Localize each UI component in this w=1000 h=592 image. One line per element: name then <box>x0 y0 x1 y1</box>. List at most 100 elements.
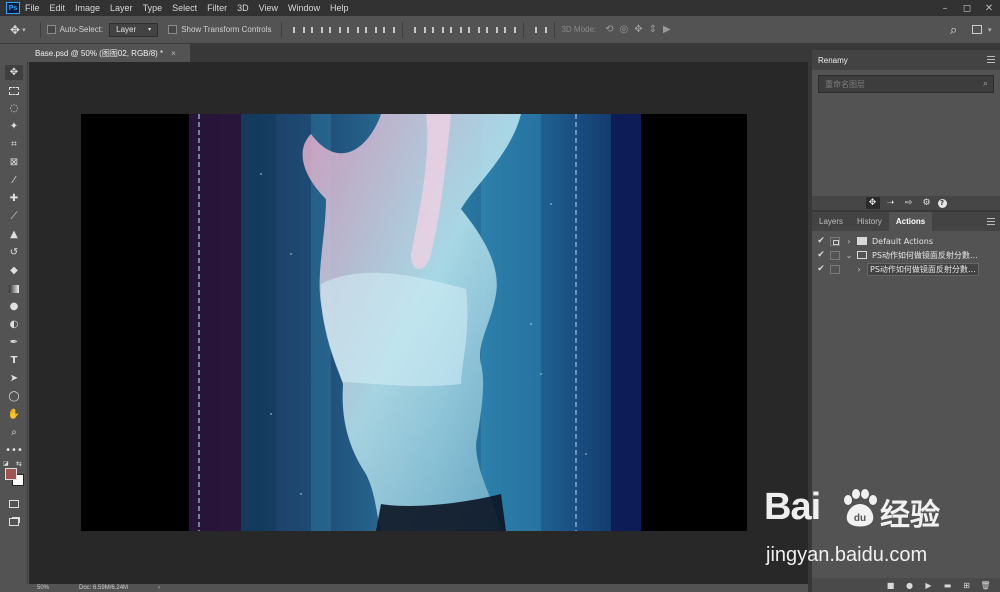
chevron-right-icon[interactable]: › <box>844 237 854 246</box>
panel-menu-icon[interactable] <box>987 218 995 225</box>
panel-menu-icon[interactable] <box>987 56 995 63</box>
frame-tool-icon[interactable]: ⊠ <box>5 155 23 170</box>
foreground-color-swatch[interactable] <box>5 468 17 480</box>
status-menu-arrow-icon[interactable]: › <box>158 585 160 591</box>
healing-brush-tool-icon[interactable]: ✚ <box>5 191 23 206</box>
menu-type[interactable]: Type <box>138 3 168 13</box>
toggle-checkmark-icon[interactable]: ✔ <box>815 236 827 246</box>
3d-slide-icon[interactable]: ⇕ <box>649 24 657 35</box>
zoom-level[interactable]: 50% <box>37 585 49 591</box>
menu-filter[interactable]: Filter <box>202 3 232 13</box>
restore-button[interactable]: ◻ <box>956 0 978 16</box>
align-left-icon[interactable] <box>346 25 360 35</box>
menu-window[interactable]: Window <box>283 3 325 13</box>
align-right-icon[interactable] <box>382 25 396 35</box>
distribute-hcenter-icon[interactable] <box>485 25 499 35</box>
align-hcenter-icon[interactable] <box>364 25 378 35</box>
swap-colors-icon[interactable]: ⇆ <box>16 460 22 468</box>
toggle-checkmark-icon[interactable]: ✔ <box>815 250 827 260</box>
dodge-tool-icon[interactable]: ◐ <box>5 317 23 332</box>
workspace-icon[interactable] <box>972 25 982 34</box>
type-tool-icon[interactable]: T <box>5 353 23 368</box>
screen-mode-icon[interactable] <box>5 514 23 529</box>
lasso-tool-icon[interactable]: ◌ <box>5 101 23 116</box>
export-icon[interactable]: ⇨ <box>902 197 916 209</box>
action-set-row[interactable]: ✔ › Default Actions <box>812 234 1000 248</box>
color-swatches[interactable]: ◪ ⇆ <box>2 460 26 490</box>
marquee-tool-icon[interactable] <box>5 83 23 98</box>
quick-mask-icon[interactable] <box>5 496 23 511</box>
help-icon[interactable]: ? <box>937 198 947 208</box>
record-icon[interactable]: ● <box>903 581 916 590</box>
menu-layer[interactable]: Layer <box>105 3 138 13</box>
chevron-down-icon[interactable]: ⌄ <box>844 251 854 260</box>
distribute-right-icon[interactable] <box>503 25 517 35</box>
align-top-icon[interactable] <box>292 25 306 35</box>
close-window-button[interactable]: ✕ <box>978 0 1000 16</box>
menu-select[interactable]: Select <box>167 3 202 13</box>
chevron-down-icon[interactable]: ▾ <box>988 26 992 34</box>
action-set-row[interactable]: ✔ ⌄ PS动作如何做镜面反射分數… <box>812 248 1000 262</box>
delete-icon[interactable]: 🗑 <box>979 581 992 590</box>
distribute-bottom-icon[interactable] <box>449 25 463 35</box>
eraser-tool-icon[interactable]: ◆ <box>5 263 23 278</box>
distribute-vcenter-icon[interactable] <box>431 25 445 35</box>
document-tab[interactable]: Base.psd @ 50% (图图02, RGB/8) * × <box>29 44 191 62</box>
menu-image[interactable]: Image <box>70 3 105 13</box>
default-colors-icon[interactable]: ◪ <box>3 460 9 467</box>
magic-wand-tool-icon[interactable]: ✦ <box>5 119 23 134</box>
dialog-toggle-icon[interactable] <box>830 250 840 260</box>
align-bottom-icon[interactable] <box>328 25 342 35</box>
menu-view[interactable]: View <box>254 3 283 13</box>
search-icon[interactable]: ⌕ <box>983 79 988 89</box>
play-icon[interactable]: ▶ <box>922 581 935 590</box>
distribute-top-icon[interactable] <box>413 25 427 35</box>
tab-history[interactable]: History <box>850 212 889 231</box>
move-tool-icon[interactable]: ✥ <box>5 65 23 80</box>
3d-orbit-icon[interactable]: ⟲ <box>605 24 613 35</box>
move-icon[interactable]: ✥ <box>865 197 880 209</box>
more-tools-icon[interactable]: ••• <box>5 443 23 458</box>
tab-layers[interactable]: Layers <box>812 212 850 231</box>
menu-edit[interactable]: Edit <box>45 3 71 13</box>
arrow-right-icon[interactable]: ➝ <box>884 197 898 209</box>
dialog-toggle-icon[interactable] <box>830 236 840 246</box>
chevron-down-icon[interactable]: ▾ <box>22 26 26 34</box>
auto-select-dropdown[interactable]: Layer ▾ <box>109 22 159 37</box>
gradient-tool-icon[interactable] <box>5 281 23 296</box>
3d-camera-icon[interactable]: ▶ <box>663 24 671 35</box>
dialog-toggle-icon[interactable] <box>830 264 840 274</box>
renamy-search-input[interactable]: 重命名图层 ⌕ <box>818 75 994 93</box>
ellipse-tool-icon[interactable]: ◯ <box>5 389 23 404</box>
document-canvas[interactable] <box>81 114 747 531</box>
show-transform-checkbox[interactable] <box>168 25 178 34</box>
new-action-icon[interactable]: ⊞ <box>960 581 973 590</box>
move-tool-preset-icon[interactable]: ✥ <box>10 23 20 37</box>
new-set-icon[interactable]: ▬ <box>941 581 954 590</box>
close-document-icon[interactable]: × <box>171 49 176 58</box>
toggle-checkmark-icon[interactable]: ✔ <box>815 264 827 274</box>
hand-tool-icon[interactable]: ✋ <box>5 407 23 422</box>
zoom-tool-icon[interactable]: ⌕ <box>5 425 23 440</box>
tab-actions[interactable]: Actions <box>888 212 933 231</box>
menu-3d[interactable]: 3D <box>232 3 254 13</box>
menu-help[interactable]: Help <box>325 3 354 13</box>
minimize-button[interactable]: – <box>934 0 956 16</box>
3d-pan-icon[interactable]: ✥ <box>634 24 642 35</box>
stop-icon[interactable]: ■ <box>884 581 897 590</box>
canvas-area[interactable] <box>29 62 808 584</box>
history-brush-tool-icon[interactable]: ↺ <box>5 245 23 260</box>
path-selection-tool-icon[interactable]: ➤ <box>5 371 23 386</box>
auto-select-checkbox[interactable] <box>46 25 56 34</box>
clone-stamp-tool-icon[interactable]: ▲ <box>5 227 23 242</box>
settings-icon[interactable]: ⚙ <box>920 197 934 209</box>
search-icon[interactable]: ⌕ <box>950 22 957 38</box>
pen-tool-icon[interactable]: ✒ <box>5 335 23 350</box>
align-vcenter-icon[interactable] <box>310 25 324 35</box>
blur-tool-icon[interactable]: ● <box>5 299 23 314</box>
distribute-left-icon[interactable] <box>467 25 481 35</box>
action-row[interactable]: ✔ › PS动作如何做镜面反射分數… <box>812 262 1000 276</box>
auto-align-icon[interactable] <box>534 25 548 35</box>
brush-tool-icon[interactable]: ⟋ <box>5 209 23 224</box>
chevron-right-icon[interactable]: › <box>854 265 864 274</box>
